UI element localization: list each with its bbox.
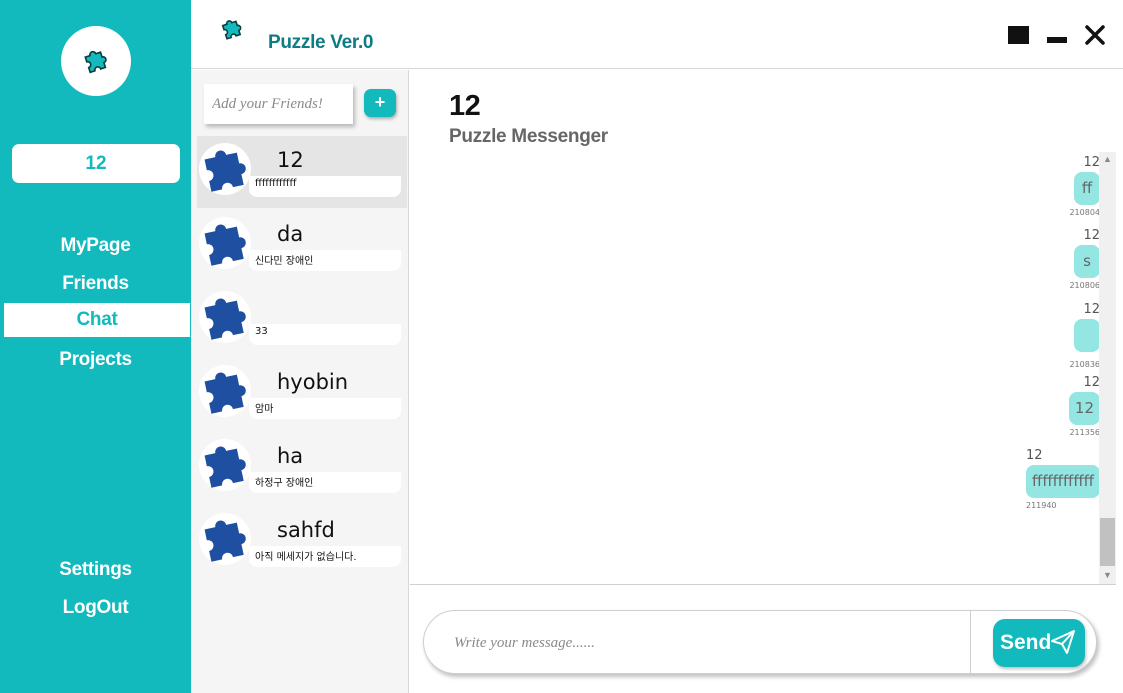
puzzle-piece-icon xyxy=(199,513,251,565)
send-label: Send xyxy=(1000,631,1052,654)
message-bubble: 12 xyxy=(1068,392,1100,425)
divider xyxy=(970,611,971,673)
friend-item-hyobin[interactable]: hyobin 암마 xyxy=(197,358,407,430)
chat-panel: 12 Puzzle Messenger 12 ff 210804 12 s 21… xyxy=(410,70,1123,693)
nav-projects[interactable]: Projects xyxy=(0,349,191,371)
message-item: 12 ff 210804 xyxy=(1069,155,1100,217)
message-item: 12 ffffffffffff 211940 xyxy=(1025,448,1100,510)
message-sender: 12 xyxy=(1083,228,1100,243)
friend-name: hyobin xyxy=(277,370,349,394)
message-bubble: s xyxy=(1074,245,1100,278)
friend-name: sahfd xyxy=(277,518,335,542)
puzzle-piece-icon xyxy=(199,291,251,343)
friend-item-ha[interactable]: ha 하정구 장애인 xyxy=(197,432,407,504)
logo xyxy=(61,26,131,96)
message-time: 210806 xyxy=(1069,281,1100,290)
puzzle-piece-icon xyxy=(199,439,251,491)
friend-item-unnamed[interactable]: 33 xyxy=(197,284,407,356)
message-item: 12 s 210806 xyxy=(1069,228,1100,290)
friend-last-message: 암마 xyxy=(249,398,401,419)
scroll-up-icon[interactable]: ▲ xyxy=(1102,154,1113,165)
message-sender: 12 xyxy=(1083,375,1100,390)
message-compose-bar: Send xyxy=(423,610,1097,674)
friend-name: da xyxy=(277,222,304,246)
message-sender: 12 xyxy=(1083,155,1100,170)
message-sender: 12 xyxy=(1083,302,1100,317)
message-item: 12 12 211356 xyxy=(1068,375,1100,437)
current-user-name: 12 xyxy=(12,144,180,183)
message-bubble xyxy=(1074,319,1100,352)
message-bubble: ffffffffffff xyxy=(1025,465,1100,498)
message-time: 211940 xyxy=(1025,501,1057,510)
message-bubble: ff xyxy=(1074,172,1100,205)
friend-last-message: 하정구 장애인 xyxy=(249,472,401,493)
puzzle-piece-icon xyxy=(199,143,251,195)
friend-name: 12 xyxy=(277,148,304,172)
friend-name: ha xyxy=(277,444,304,468)
scroll-thumb[interactable] xyxy=(1100,518,1115,566)
message-time: 210836 xyxy=(1069,360,1100,369)
friends-panel: + 12 ffffffffffff da 신다민 장애인 33 hyobin 암… xyxy=(191,70,409,693)
chat-room-title: 12 xyxy=(449,90,481,122)
app-title: Puzzle Ver.0 xyxy=(268,32,374,53)
paper-plane-icon xyxy=(1051,630,1075,654)
chat-subtitle: Puzzle Messenger xyxy=(449,126,608,147)
scroll-down-icon[interactable]: ▼ xyxy=(1102,570,1113,581)
friend-last-message: 신다민 장애인 xyxy=(249,250,401,271)
friend-item-da[interactable]: da 신다민 장애인 xyxy=(197,210,407,282)
maximize-icon[interactable] xyxy=(1008,26,1029,44)
message-time: 211356 xyxy=(1069,428,1100,437)
divider xyxy=(410,584,1116,585)
message-sender: 12 xyxy=(1025,448,1043,463)
message-item: 12 210836 xyxy=(1069,302,1100,369)
message-time: 210804 xyxy=(1069,208,1100,217)
puzzle-piece-icon xyxy=(199,365,251,417)
friend-last-message: ffffffffffff xyxy=(249,176,401,197)
nav-logout[interactable]: LogOut xyxy=(0,597,191,619)
friend-item-12[interactable]: 12 ffffffffffff xyxy=(197,136,407,208)
nav-mypage[interactable]: MyPage xyxy=(0,235,191,257)
send-button[interactable]: Send xyxy=(993,619,1085,667)
title-bar: Puzzle Ver.0 xyxy=(191,0,1123,69)
friend-item-sahfd[interactable]: sahfd 아직 메세지가 없습니다. xyxy=(197,506,407,578)
nav-settings[interactable]: Settings xyxy=(0,559,191,581)
nav-chat[interactable]: Chat xyxy=(4,303,190,337)
message-list: 12 ff 210804 12 s 210806 12 210836 12 12… xyxy=(410,152,1100,582)
close-icon[interactable] xyxy=(1085,25,1105,45)
puzzle-piece-icon xyxy=(221,20,242,40)
message-scrollbar[interactable]: ▲ ▼ xyxy=(1099,152,1116,585)
friend-last-message: 아직 메세지가 없습니다. xyxy=(249,546,401,567)
add-friend-button[interactable]: + xyxy=(364,89,396,117)
sidebar: 12 MyPage Friends Chat Projects Settings… xyxy=(0,0,191,693)
nav-friends[interactable]: Friends xyxy=(0,273,191,295)
add-friend-input[interactable] xyxy=(204,84,353,124)
puzzle-piece-icon xyxy=(199,217,251,269)
minimize-icon[interactable] xyxy=(1047,37,1067,43)
friend-last-message: 33 xyxy=(249,324,401,345)
puzzle-piece-icon xyxy=(84,50,107,74)
message-input[interactable] xyxy=(454,631,934,655)
